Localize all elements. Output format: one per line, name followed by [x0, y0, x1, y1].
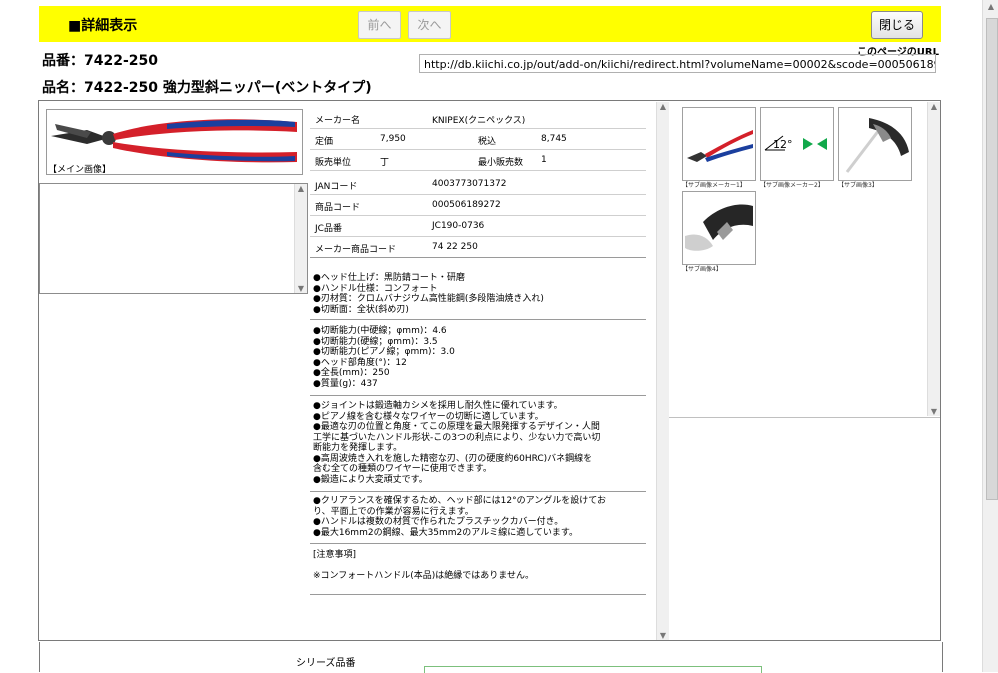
features-block-2: ●切断能力(中硬線；φmm)：4.6 ●切断能力(硬線；φmm)：3.5 ●切断…	[313, 326, 643, 389]
content-scrollbar[interactable]: ▲ ▼	[656, 102, 669, 640]
features-block-4: ●クリアランスを確保するため、ヘッド部には12°のアングルを設けてお り、平面上…	[313, 496, 643, 538]
scroll-up-icon[interactable]: ▲	[657, 102, 669, 111]
page-url-field[interactable]: http://db.kiichi.co.jp/out/add-on/kiichi…	[419, 54, 936, 73]
jc-label: JC品番	[315, 224, 342, 234]
taxin-value: 8,745	[541, 134, 567, 144]
divider	[310, 491, 646, 492]
jan-value: 4003773071372	[432, 179, 507, 189]
scroll-up-icon[interactable]: ▲	[983, 2, 998, 11]
image-subframe[interactable]: ▲ ▼	[39, 183, 308, 294]
maker-label: メーカー名	[315, 116, 361, 126]
minqty-label: 最小販売数	[478, 158, 524, 168]
spec-row-code: 商品コード 000506189272	[310, 195, 646, 216]
code-label: 商品コード	[315, 203, 361, 213]
features-block-1: ●ヘッド仕上げ：黒防錆コート・研磨 ●ハンドル仕様：コンフォート ●刃材質：クロ…	[313, 273, 643, 315]
scroll-thumb[interactable]	[986, 18, 998, 500]
thumbnail-2[interactable]: 12°	[760, 107, 834, 181]
feature-line: ●ハンドル仕様：コンフォート	[313, 283, 438, 294]
close-button[interactable]: 閉じる	[871, 11, 923, 39]
feature-line: 含む全ての種類のワイヤーに使用できます。	[313, 464, 492, 474]
feature-line: り、平面上での作業が容易に行えます。	[313, 506, 474, 517]
makercode-label: メーカー商品コード	[315, 245, 397, 255]
thumbnail-4[interactable]	[682, 191, 756, 265]
unit-value: 丁	[380, 158, 390, 168]
notes-text: ※コンフォートハンドル(本品)は絶縁ではありません。	[313, 571, 535, 581]
spec-row-unit: 販売単位 丁 最小販売数 1	[310, 150, 646, 171]
feature-line: ●切断能力(中硬線；φmm)：4.6	[313, 326, 447, 336]
jc-value: JC190-0736	[432, 221, 485, 231]
page-title: ■詳細表示	[68, 18, 138, 34]
page-scrollbar[interactable]: ▲	[982, 0, 998, 672]
unit-label: 販売単位	[315, 158, 352, 168]
series-label: シリーズ品番	[296, 658, 356, 669]
feature-line: ●ヘッド仕上げ：黒防錆コート・研磨	[313, 273, 465, 283]
feature-line: ●最適な刃の位置と角度・てこの原理を最大限発揮するデザイン・人間	[313, 422, 600, 432]
top-toolbar	[39, 6, 941, 42]
feature-line: ●ヘッド部角度(°)：12	[313, 357, 407, 368]
feature-line: ●切断面：全状(斜め刃)	[313, 304, 409, 315]
scroll-down-icon[interactable]: ▼	[657, 631, 669, 640]
divider	[310, 319, 646, 320]
minqty-value: 1	[541, 155, 547, 165]
scroll-down-icon[interactable]: ▼	[928, 407, 940, 416]
taxin-label: 税込	[478, 137, 497, 147]
jan-label: JANコード	[315, 182, 358, 192]
part-number: 品番：7422-250	[42, 53, 158, 69]
angle-text: 12°	[773, 138, 793, 151]
feature-line: ●全長(mm)：250	[313, 368, 390, 378]
thumbnail-1[interactable]	[682, 107, 756, 181]
thumbnail-scrollbar[interactable]: ▲ ▼	[927, 102, 940, 416]
prev-button[interactable]: 前へ	[358, 11, 401, 39]
features-block-3: ●ジョイントは鍛造軸カシメを採用し耐久性に優れています。 ●ピアノ線を含む様々な…	[313, 401, 643, 485]
feature-line: ●質量(g)：437	[313, 378, 378, 389]
scroll-down-icon[interactable]: ▼	[295, 284, 307, 293]
divider	[310, 395, 646, 396]
product-name: 品名：7422-250 強力型斜ニッパー(ベントタイプ)	[42, 80, 372, 96]
scroll-up-icon[interactable]: ▲	[295, 184, 307, 193]
feature-line: ●クリアランスを確保するため、ヘッド部には12°のアングルを設けてお	[313, 496, 606, 506]
spec-row-price: 定価 7,950 税込 8,745	[310, 129, 646, 150]
spec-row-makercode: メーカー商品コード 74 22 250	[310, 237, 646, 258]
feature-line: 断能力を発揮します。	[313, 443, 403, 453]
feature-line: ●ピアノ線を含む様々なワイヤーの切断に適しています。	[313, 411, 544, 422]
feature-line: ●刃材質：クロムバナジウム高性能鋼(多段階油焼き入れ)	[313, 294, 544, 304]
divider	[310, 594, 646, 595]
pliers-photo-icon	[51, 119, 297, 163]
price-value: 7,950	[380, 134, 406, 144]
thumbnail-caption: 【サブ画像3】	[838, 182, 878, 189]
subframe-scrollbar[interactable]: ▲ ▼	[294, 184, 307, 293]
angle-12-icon: 12°	[764, 135, 827, 151]
feature-line: ●鍛造により大変頑丈です。	[313, 474, 428, 485]
divider	[310, 543, 646, 544]
scroll-up-icon[interactable]: ▲	[928, 102, 940, 111]
makercode-value: 74 22 250	[432, 242, 478, 252]
feature-line: ●ハンドルは複数の材質で作られたプラスチックカバー付き。	[313, 517, 564, 527]
feature-line: ●切断能力(硬線；φmm)：3.5	[313, 336, 438, 347]
spec-row-jc: JC品番 JC190-0736	[310, 216, 646, 237]
feature-line: ●ジョイントは鍛造軸カシメを採用し耐久性に優れています。	[313, 401, 563, 411]
feature-line: ●高周波焼き入れを施した精密な刃、(刃の硬度約60HRC)バネ鋼線を	[313, 453, 593, 464]
pliers-photo-icon	[687, 130, 753, 162]
thumbnail-3[interactable]	[838, 107, 912, 181]
code-value: 000506189272	[432, 200, 501, 210]
thumbnail-caption: 【サブ画像メーカー2】	[760, 182, 824, 189]
spec-row-maker: メーカー名 KNIPEX(クニペックス)	[310, 108, 646, 129]
pliers-wire-photo-icon	[685, 204, 753, 251]
price-label: 定価	[315, 137, 334, 147]
feature-line: ●切断能力(ピアノ線；φmm)：3.0	[313, 347, 455, 357]
spec-row-jan: JANコード 4003773071372	[310, 174, 646, 195]
next-button[interactable]: 次へ	[408, 11, 451, 39]
main-image-caption: 【メイン画像】	[48, 165, 112, 175]
feature-line: ●最大16mm2の鋼線、最大35mm2のアルミ線に適しています。	[313, 527, 579, 538]
maker-value: KNIPEX(クニペックス)	[432, 116, 526, 126]
thumbnail-caption: 【サブ画像メーカー1】	[682, 182, 746, 189]
notes-title: [注意事項]	[313, 550, 357, 560]
pliers-cutting-photo-icon	[845, 118, 909, 173]
thumbnail-caption: 【サブ画像4】	[682, 266, 722, 273]
feature-line: 工学に基づいたハンドル形状-この3つの利点により、少ない力で高い切	[313, 432, 601, 443]
